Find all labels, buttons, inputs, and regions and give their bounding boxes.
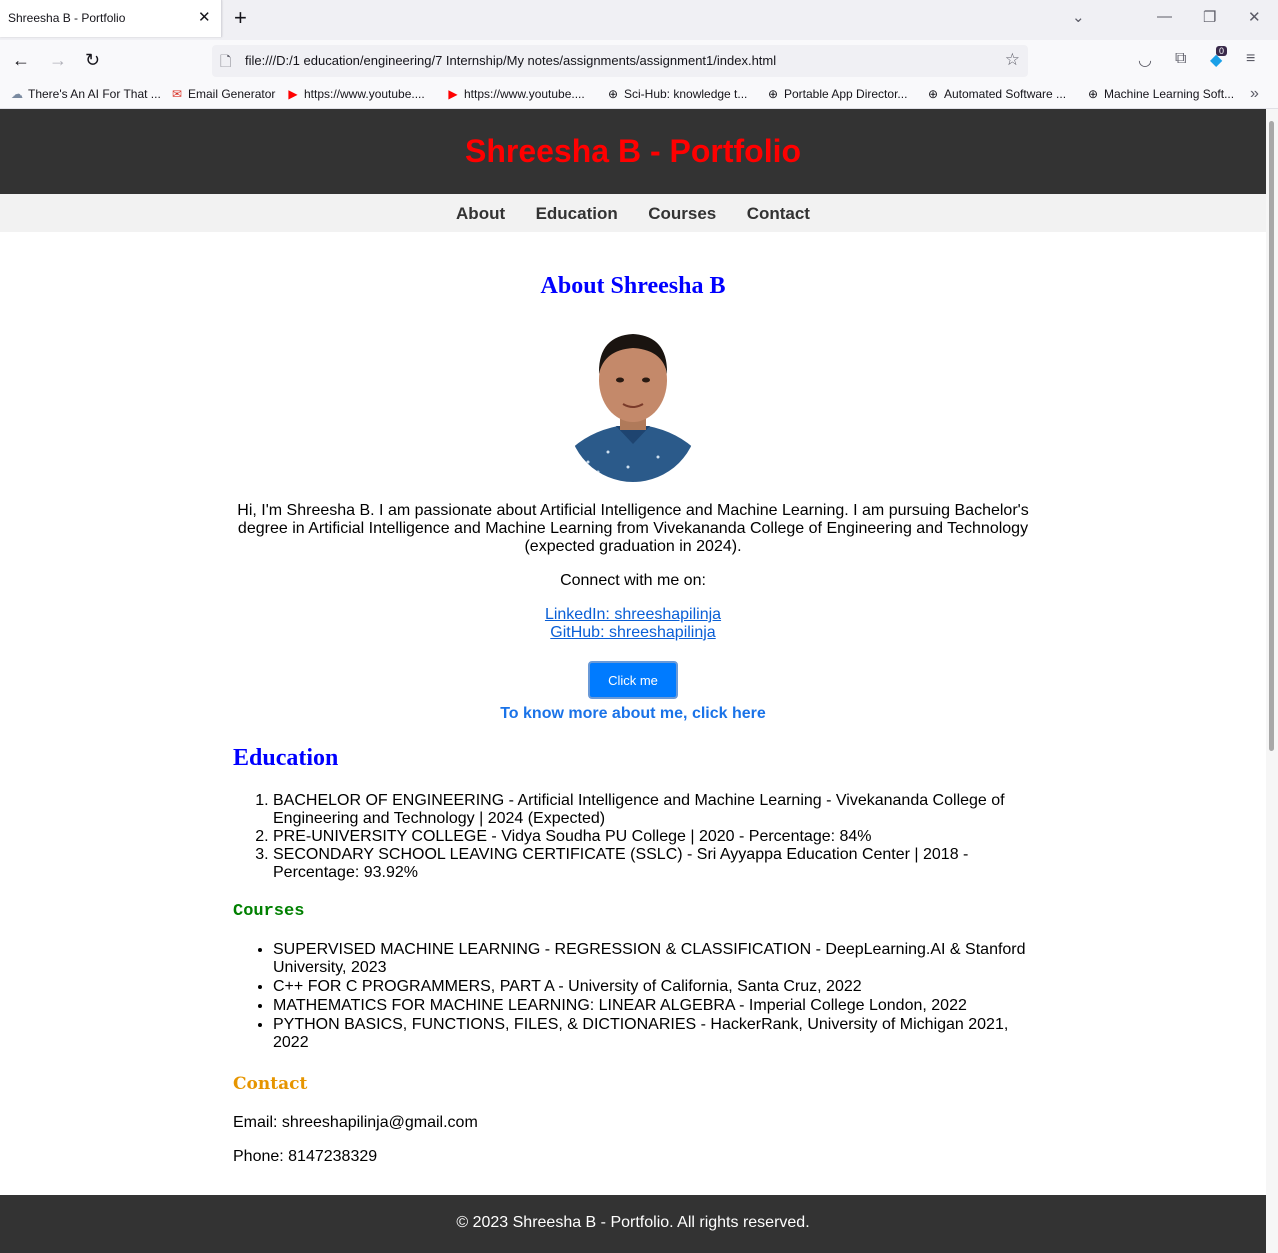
click-me-button[interactable]: Click me — [588, 661, 678, 699]
bookmarks-bar: ☁ There's An AI For That ... ✉ Email Gener… — [0, 82, 1278, 109]
page-viewport: Shreesha B - Portfolio About Education C… — [0, 109, 1266, 1253]
site-footer: © 2023 Shreesha B - Portfolio. All right… — [0, 1195, 1266, 1253]
tab-strip: Shreesha B - Portfolio ✕ + ⌄ — ❐ ✕ — [0, 0, 1278, 40]
youtube-icon: ▶ — [448, 87, 458, 101]
github-link[interactable]: GitHub: shreeshapilinja — [550, 624, 715, 641]
globe-icon: ⊕ — [1087, 87, 1099, 101]
pocket-icon[interactable]: ◡ — [1138, 50, 1152, 70]
nav-link-education[interactable]: Education — [536, 204, 618, 223]
tab-title: Shreesha B - Portfolio — [8, 11, 126, 25]
extension-badge: 0 — [1216, 46, 1228, 56]
about-section: About Shreesha B Hi, I'm Shreesha B. I a… — [233, 273, 1033, 723]
list-item: PYTHON BASICS, FUNCTIONS, FILES, & DICTI… — [273, 1016, 1033, 1052]
reload-icon[interactable]: ↻ — [85, 50, 100, 71]
file-icon: 🗋 — [220, 53, 232, 69]
site-header: Shreesha B - Portfolio — [0, 109, 1266, 194]
bookmark-item[interactable]: ⊕ Automated Software ... — [926, 87, 1066, 101]
bookmark-label: https://www.youtube.... — [464, 87, 585, 101]
about-heading: About Shreesha B — [540, 273, 726, 299]
globe-icon: ⊕ — [607, 87, 619, 101]
nav-link-about[interactable]: About — [456, 204, 505, 223]
youtube-icon: ▶ — [288, 87, 298, 101]
bookmark-label: Machine Learning Soft... — [1104, 87, 1235, 101]
restore-icon[interactable]: ❐ — [1203, 8, 1216, 26]
bookmark-item[interactable]: ✉ Email Generator — [170, 87, 275, 101]
bookmark-star-icon[interactable]: ☆ — [1005, 50, 1020, 70]
new-tab-icon[interactable]: + — [234, 5, 247, 31]
courses-heading: Courses — [233, 902, 305, 921]
forward-icon[interactable]: → — [49, 50, 67, 71]
contact-phone: Phone: 8147238329 — [233, 1148, 378, 1165]
extensions-icon[interactable]: ⧉ — [1175, 50, 1186, 68]
bookmark-item[interactable]: ⊕ Portable App Director... — [766, 87, 907, 101]
nav-link-courses[interactable]: Courses — [648, 204, 716, 223]
contact-email: Email: shreeshapilinja@gmail.com — [233, 1114, 478, 1131]
footer-text: © 2023 Shreesha B - Portfolio. All right… — [456, 1214, 810, 1231]
list-item: BACHELOR OF ENGINEERING - Artificial Int… — [273, 792, 1033, 828]
globe-icon: ⊕ — [927, 87, 939, 101]
nav-link-contact[interactable]: Contact — [747, 204, 810, 223]
more-bookmarks-icon[interactable]: » — [1250, 85, 1259, 103]
close-tab-icon[interactable]: ✕ — [198, 8, 211, 26]
courses-section: Courses SUPERVISED MACHINE LEARNING - RE… — [233, 902, 1033, 1052]
main-content: About Shreesha B Hi, I'm Shreesha B. I a… — [233, 273, 1033, 1166]
menu-icon[interactable]: ≡ — [1246, 50, 1255, 68]
education-list: BACHELOR OF ENGINEERING - Artificial Int… — [233, 792, 1033, 882]
site-title: Shreesha B - Portfolio — [464, 133, 802, 169]
bookmark-label: Email Generator — [188, 87, 276, 101]
courses-list: SUPERVISED MACHINE LEARNING - REGRESSION… — [233, 941, 1033, 1052]
social-links: LinkedIn: shreeshapilinja GitHub: shrees… — [233, 606, 1033, 642]
site-nav: About Education Courses Contact — [0, 194, 1266, 232]
linkedin-link[interactable]: LinkedIn: shreeshapilinja — [545, 606, 721, 623]
bookmark-item[interactable]: ▶ https://www.youtube.... — [446, 87, 585, 101]
know-more-link[interactable]: To know more about me, click here — [233, 705, 1033, 723]
list-item: MATHEMATICS FOR MACHINE LEARNING: LINEAR… — [273, 997, 1033, 1015]
education-heading: Education — [233, 745, 339, 771]
bookmark-label: Automated Software ... — [944, 87, 1067, 101]
education-section: Education BACHELOR OF ENGINEERING - Arti… — [233, 745, 1033, 882]
back-icon[interactable]: ← — [12, 50, 30, 71]
page-scrollbar[interactable] — [1266, 109, 1278, 1253]
about-bio: Hi, I'm Shreesha B. I am passionate abou… — [237, 502, 1029, 555]
list-item: SECONDARY SCHOOL LEAVING CERTIFICATE (SS… — [273, 846, 1033, 882]
list-item: C++ FOR C PROGRAMMERS, PART A - Universi… — [273, 978, 1033, 996]
bookmark-label: Sci-Hub: knowledge t... — [624, 87, 748, 101]
connect-text: Connect with me on: — [560, 572, 706, 589]
bookmark-label: https://www.youtube.... — [304, 87, 425, 101]
bookmark-item[interactable]: ⊕ Sci-Hub: knowledge t... — [606, 87, 747, 101]
bookmark-item[interactable]: ⊕ Machine Learning Soft... — [1086, 87, 1234, 101]
list-item: SUPERVISED MACHINE LEARNING - REGRESSION… — [273, 941, 1033, 977]
contact-section: Contact Email: shreeshapilinja@gmail.com… — [233, 1074, 1033, 1166]
url-text[interactable]: file:///D:/1 education/engineering/7 Int… — [245, 53, 776, 68]
bookmark-item[interactable]: ▶ https://www.youtube.... — [286, 87, 425, 101]
close-window-icon[interactable]: ✕ — [1248, 8, 1261, 26]
list-item: PRE-UNIVERSITY COLLEGE - Vidya Soudha PU… — [273, 828, 1033, 846]
scrollbar-thumb[interactable] — [1269, 121, 1274, 751]
browser-toolbar: ← → ↻ 🗋 file:///D:/1 education/engineeri… — [0, 40, 1278, 82]
active-tab[interactable]: Shreesha B - Portfolio ✕ — [0, 0, 222, 37]
tab-list-icon[interactable]: ⌄ — [1072, 8, 1085, 26]
globe-icon: ⊕ — [767, 87, 779, 101]
contact-heading: Contact — [233, 1074, 308, 1094]
address-bar[interactable]: 🗋 file:///D:/1 education/engineering/7 I… — [212, 45, 1028, 77]
minimize-icon[interactable]: — — [1157, 8, 1172, 25]
cloud-icon: ☁ — [11, 87, 23, 101]
profile-photo — [568, 322, 698, 482]
gmail-icon: ✉ — [171, 87, 183, 101]
bookmark-label: Portable App Director... — [784, 87, 908, 101]
bookmark-item[interactable]: ☁ There's An AI For That ... — [10, 87, 161, 101]
bookmark-label: There's An AI For That ... — [28, 87, 161, 101]
